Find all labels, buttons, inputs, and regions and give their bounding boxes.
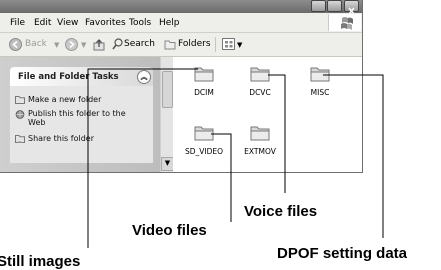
callout-still-images: Still images	[0, 253, 81, 270]
callout-voice-files: Voice files	[244, 203, 318, 220]
dpof-leader-line	[323, 74, 384, 238]
callout-dpof-setting-data: DPOF setting data	[277, 245, 408, 262]
callout-lines	[87, 68, 384, 248]
voice-files-leader-line	[268, 74, 286, 193]
callout-video-files: Video files	[132, 222, 207, 239]
video-files-leader-line	[211, 133, 232, 222]
